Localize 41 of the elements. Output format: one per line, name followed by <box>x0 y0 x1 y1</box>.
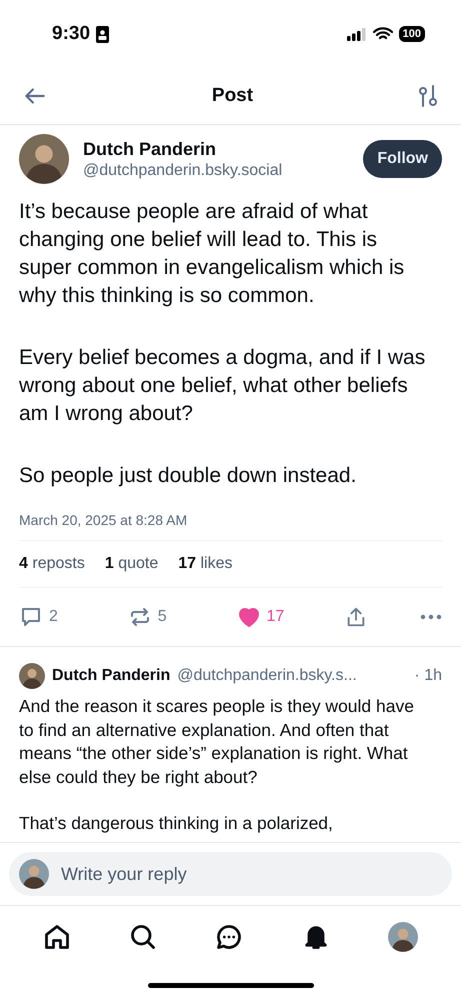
contact-card-icon <box>96 26 110 42</box>
page-title: Post <box>212 85 254 107</box>
home-icon[interactable] <box>43 923 72 951</box>
author-avatar <box>19 134 69 184</box>
avatar <box>388 922 418 952</box>
share-button[interactable] <box>345 606 368 628</box>
signal-icon <box>346 28 367 40</box>
post-paragraph: So people just double down instead. <box>19 463 358 489</box>
settings-button[interactable] <box>417 84 439 108</box>
heart-icon <box>236 605 260 629</box>
author-name: Dutch Panderin <box>83 138 218 160</box>
status-time: 9:30 <box>52 23 90 45</box>
chat-icon[interactable] <box>215 923 244 951</box>
stat-count[interactable]: 4 reposts <box>19 555 85 573</box>
profile-tab[interactable] <box>388 922 418 952</box>
wifi-icon <box>372 27 393 41</box>
repost-button[interactable]: 5 <box>128 605 184 629</box>
share-icon <box>345 606 368 628</box>
reply-author-name: Dutch Panderin <box>52 667 170 685</box>
post-timestamp: March 20, 2025 at 8:28 AM <box>19 490 442 541</box>
more-icon <box>420 614 442 620</box>
reply-author-handle: @dutchpanderin.bsky.s... <box>177 667 358 685</box>
reply-paragraph: That’s dangerous thinking in a polarized, <box>19 812 334 835</box>
like-button[interactable]: 17 <box>236 605 292 629</box>
user-avatar <box>19 859 49 889</box>
comment-icon <box>19 605 43 629</box>
reply-button[interactable]: 2 <box>19 605 75 629</box>
stat-count[interactable]: 1 quote <box>104 555 158 573</box>
reply-paragraph: And the reason it scares people is they would have to find an alternative explanation. And often that means “the other side’s” explanation is right. What else could they be right about? <box>19 695 415 789</box>
stat-count[interactable]: 17 likes <box>178 555 232 573</box>
post-paragraph: It’s because people are afraid of what changing one belief will lead to. This is super common in evangelicalism which is why this thinking is so common. <box>19 199 406 309</box>
follow-button[interactable]: Follow <box>363 140 442 178</box>
post-paragraph: Every belief becomes a dogma, and if I was wrong about one belief, what other beliefs am I wrong about? <box>19 345 426 427</box>
more-button[interactable] <box>420 614 442 620</box>
author-handle: @dutchpanderin.bsky.social <box>83 162 284 180</box>
reply-bar[interactable]: Write your reply <box>9 852 452 896</box>
search-icon[interactable] <box>129 923 158 951</box>
reply-time: · 1h <box>414 667 442 685</box>
reply-field[interactable]: Write your reply <box>59 862 442 886</box>
battery-level: 100 <box>398 26 425 42</box>
reply-avatar <box>19 663 45 689</box>
